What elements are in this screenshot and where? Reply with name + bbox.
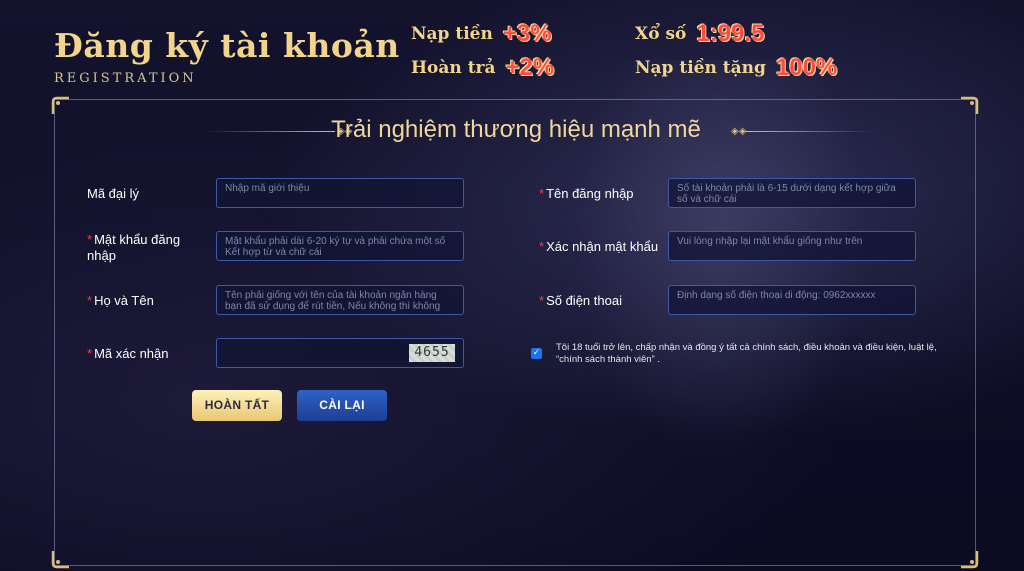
label-text: Mã xác nhận <box>94 346 169 361</box>
page-subtitle: REGISTRATION <box>54 71 197 86</box>
placeholder-text: Vui lòng nhập lại mật khẩu giống như trê… <box>677 236 863 247</box>
required-mark: * <box>87 346 93 361</box>
required-mark: * <box>539 293 545 308</box>
placeholder-text: Định dạng số điện thoại di động: 0962xxx… <box>677 290 876 301</box>
promo-label: Xổ số <box>635 24 687 44</box>
corner-ornament-icon <box>51 549 71 569</box>
promo-value: +2% <box>505 54 555 81</box>
password-input[interactable]: Mật khẩu phải dài 6-20 ký tự và phải chứ… <box>216 231 464 261</box>
captcha-input[interactable]: 4655 <box>216 338 464 368</box>
promo-deposit-bonus: Nạp tiền tặng 100% <box>635 54 837 82</box>
password-label: * Mật khẩu đăng nhập <box>87 232 197 264</box>
page-title: Đăng ký tài khoản <box>54 26 400 65</box>
placeholder-text: Mật khẩu phải dài 6-20 ký tự và phải chứ… <box>225 236 446 258</box>
confirm-password-label: * Xác nhận mật khẩu <box>539 239 658 255</box>
promo-value: 1:99.5 <box>696 20 765 47</box>
label-text: Họ và Tên <box>94 293 154 308</box>
section-title: Trải nghiệm thương hiệu mạnh mẽ <box>331 116 701 143</box>
required-mark: * <box>87 293 93 308</box>
promo-label: Nạp tiền tặng <box>635 58 766 78</box>
promo-value: 100% <box>775 54 838 81</box>
corner-ornament-icon <box>959 96 979 116</box>
full-name-input[interactable]: Tên phải giống với tên của tài khoản ngâ… <box>216 285 464 315</box>
placeholder-text: Số tài khoản phải là 6-15 dưới dạng kết … <box>677 183 896 205</box>
title-divider-right <box>745 131 875 132</box>
placeholder-text: Nhập mã giới thiệu <box>225 183 310 194</box>
label-text: Mật khẩu đăng nhập <box>87 232 181 263</box>
agent-code-label: Mã đại lý <box>87 186 139 202</box>
confirm-password-input[interactable]: Vui lòng nhập lại mật khẩu giống như trê… <box>668 231 916 261</box>
username-label: * Tên đăng nhập <box>539 186 634 202</box>
placeholder-text: Tên phải giống với tên của tài khoản ngâ… <box>225 290 441 312</box>
promo-rebate: Hoàn trả +2% <box>411 54 554 82</box>
captcha-image[interactable]: 4655 <box>409 344 455 362</box>
promo-value: +3% <box>502 20 552 47</box>
phone-label: * Số điện thoai <box>539 293 622 309</box>
phone-input[interactable]: Định dạng số điện thoại di động: 0962xxx… <box>668 285 916 315</box>
diamond-ornament-icon: ◈◈ <box>731 126 747 137</box>
required-mark: * <box>539 239 545 254</box>
registration-panel: ◈◈ Trải nghiệm thương hiệu mạnh mẽ ◈◈ <box>51 96 979 569</box>
reset-button[interactable]: CÀI LẠI <box>297 390 387 421</box>
corner-ornament-icon <box>51 96 71 116</box>
label-text: Xác nhận mật khẩu <box>546 239 659 254</box>
agreement-text: Tôi 18 tuổi trở lên, chấp nhận và đồng ý… <box>556 342 937 365</box>
required-mark: * <box>87 232 93 247</box>
promo-deposit: Nạp tiền +3% <box>411 20 552 48</box>
promo-lottery: Xổ số 1:99.5 <box>635 20 764 48</box>
full-name-label: * Họ và Tên <box>87 293 154 309</box>
label-text: Mã đại lý <box>87 186 140 201</box>
promo-label: Nạp tiền <box>411 24 493 44</box>
username-input[interactable]: Số tài khoản phải là 6-15 dưới dạng kết … <box>668 178 916 208</box>
agreement-checkbox[interactable]: ✓ <box>531 348 542 359</box>
label-text: Số điện thoai <box>546 293 622 308</box>
submit-button[interactable]: HOÀN TẤT <box>192 390 282 421</box>
agent-code-input[interactable]: Nhập mã giới thiệu <box>216 178 464 208</box>
label-text: Tên đăng nhập <box>546 186 634 201</box>
promo-label: Hoàn trả <box>411 58 496 78</box>
captcha-label: * Mã xác nhận <box>87 346 169 362</box>
corner-ornament-icon <box>959 549 979 569</box>
required-mark: * <box>539 186 545 201</box>
